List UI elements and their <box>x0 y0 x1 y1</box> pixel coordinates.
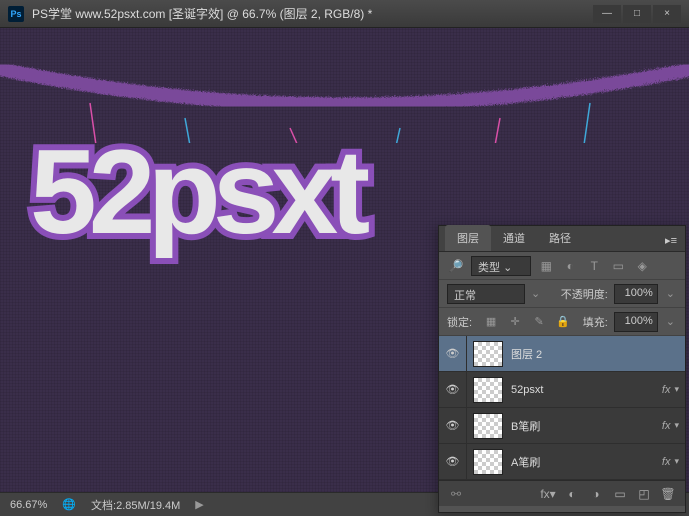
fx-indicator[interactable]: fx <box>662 420 671 432</box>
new-layer-icon[interactable]: ◰ <box>633 484 655 504</box>
ps-app-icon: Ps <box>8 6 24 22</box>
fx-menu-icon[interactable]: fx▾ <box>537 484 559 504</box>
filter-row: 🔎 类型 ⌄ ▦ ◐ T ▭ ◈ <box>439 252 685 280</box>
layer-thumbnail[interactable] <box>473 377 503 403</box>
layer-thumbnail[interactable] <box>473 449 503 475</box>
opacity-stepper[interactable]: ⌄ <box>664 287 677 300</box>
layer-name[interactable]: B笔刷 <box>511 418 662 434</box>
filter-shape-icon[interactable]: ▭ <box>609 257 627 275</box>
filter-smart-icon[interactable]: ◈ <box>633 257 651 275</box>
link-layers-icon[interactable]: ⚯ <box>445 484 467 504</box>
visibility-eye-icon[interactable]: 👁 <box>439 336 467 372</box>
fx-expand-arrow[interactable]: ▾ <box>674 384 679 395</box>
layer-thumbnail[interactable] <box>473 341 503 367</box>
lock-pixels-icon[interactable]: ▦ <box>482 313 500 331</box>
layers-panel: 图层 通道 路径 ▸≡ 🔎 类型 ⌄ ▦ ◐ T ▭ ◈ 正常 ⌄ 不透明度: … <box>438 225 686 513</box>
visibility-eye-icon[interactable]: 👁 <box>439 408 467 444</box>
artwork-text: 52psxt <box>30 123 362 261</box>
statusbar-menu-arrow[interactable]: ▶ <box>195 498 203 511</box>
blend-mode-select[interactable]: 正常 <box>447 284 525 304</box>
trash-icon[interactable]: 🗑 <box>657 484 679 504</box>
titlebar: Ps PS学堂 www.52psxt.com [圣诞字效] @ 66.7% (图… <box>0 0 689 28</box>
layer-name[interactable]: A笔刷 <box>511 454 662 470</box>
tab-layers[interactable]: 图层 <box>445 225 491 251</box>
layer-name[interactable]: 52psxt <box>511 384 662 396</box>
mask-icon[interactable]: ◐ <box>561 484 583 504</box>
document-title: PS学堂 www.52psxt.com [圣诞字效] @ 66.7% (图层 2… <box>32 5 593 22</box>
filter-type-icon[interactable]: T <box>585 257 603 275</box>
layer-thumbnail[interactable] <box>473 413 503 439</box>
layer-row[interactable]: 👁 图层 2 <box>439 336 685 372</box>
fx-expand-arrow[interactable]: ▾ <box>674 456 679 467</box>
layers-list: 👁图层 2👁52psxtfx▾👁B笔刷fx▾👁A笔刷fx▾ <box>439 336 685 480</box>
lock-all-icon[interactable]: 🔒 <box>554 313 572 331</box>
zoom-level[interactable]: 66.67% <box>10 499 47 511</box>
layer-row[interactable]: 👁 B笔刷fx▾ <box>439 408 685 444</box>
lock-position-icon[interactable]: ✛ <box>506 313 524 331</box>
tab-paths[interactable]: 路径 <box>537 225 583 251</box>
fill-input[interactable]: 100% <box>614 312 658 332</box>
lock-row: 锁定: ▦ ✛ ✎ 🔒 填充: 100% ⌄ <box>439 308 685 336</box>
minimize-button[interactable]: — <box>593 5 621 23</box>
visibility-eye-icon[interactable]: 👁 <box>439 444 467 480</box>
document-info[interactable]: 文档:2.85M/19.4M <box>91 497 180 513</box>
layer-row[interactable]: 👁 52psxtfx▾ <box>439 372 685 408</box>
lock-label: 锁定: <box>447 314 472 330</box>
panel-menu-icon[interactable]: ▸≡ <box>657 230 685 251</box>
maximize-button[interactable]: □ <box>623 5 651 23</box>
blend-row: 正常 ⌄ 不透明度: 100% ⌄ <box>439 280 685 308</box>
kind-select[interactable]: 类型 ⌄ <box>471 256 531 276</box>
fx-indicator[interactable]: fx <box>662 456 671 468</box>
visibility-eye-icon[interactable]: 👁 <box>439 372 467 408</box>
fx-indicator[interactable]: fx <box>662 384 671 396</box>
filter-pixels-icon[interactable]: ▦ <box>537 257 555 275</box>
panel-footer: ⚯ fx▾ ◐ ◑ ▭ ◰ 🗑 <box>439 480 685 506</box>
fill-label: 填充: <box>583 314 608 330</box>
opacity-input[interactable]: 100% <box>614 284 658 304</box>
close-button[interactable]: × <box>653 5 681 23</box>
lock-brush-icon[interactable]: ✎ <box>530 313 548 331</box>
globe-icon[interactable]: 🌐 <box>62 498 76 511</box>
fx-expand-arrow[interactable]: ▾ <box>674 420 679 431</box>
layer-name[interactable]: 图层 2 <box>511 346 679 362</box>
filter-adjust-icon[interactable]: ◐ <box>561 257 579 275</box>
tab-channels[interactable]: 通道 <box>491 225 537 251</box>
blend-arrow[interactable]: ⌄ <box>531 287 540 300</box>
opacity-label: 不透明度: <box>561 286 608 302</box>
search-icon[interactable]: 🔎 <box>447 257 465 275</box>
group-icon[interactable]: ▭ <box>609 484 631 504</box>
fill-stepper[interactable]: ⌄ <box>664 315 677 328</box>
panel-tabs: 图层 通道 路径 ▸≡ <box>439 226 685 252</box>
layer-row[interactable]: 👁 A笔刷fx▾ <box>439 444 685 480</box>
adjustment-icon[interactable]: ◑ <box>585 484 607 504</box>
